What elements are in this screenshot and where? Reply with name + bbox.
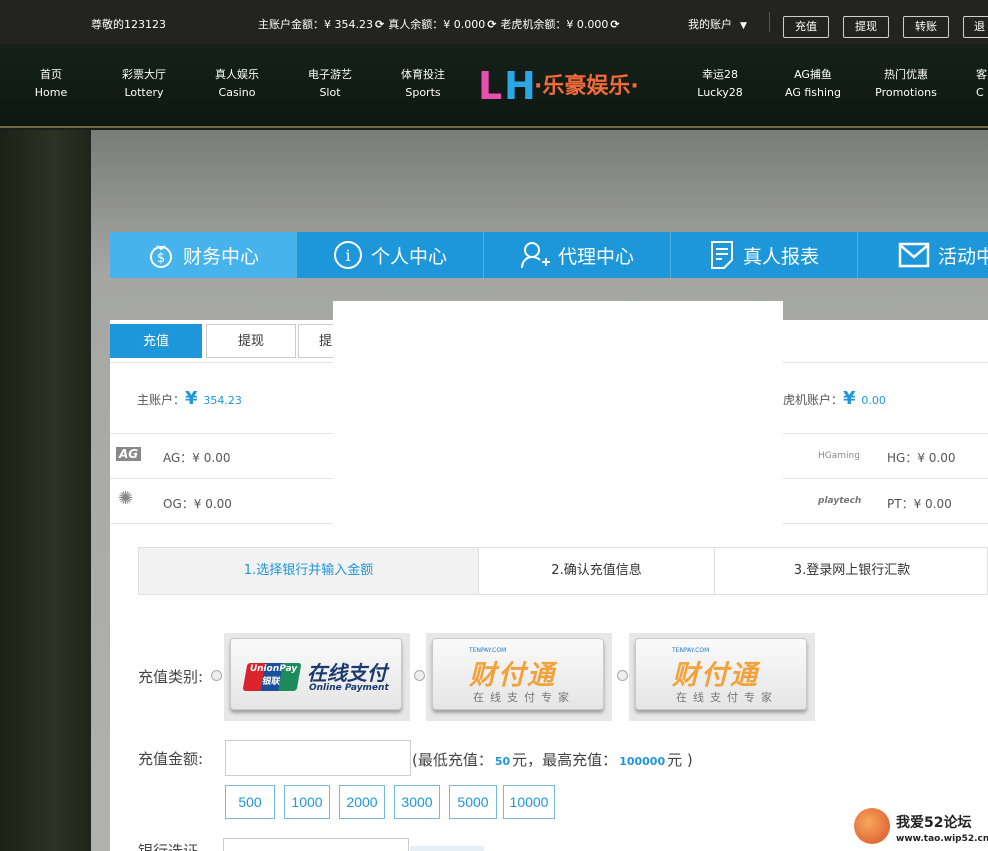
user-add-icon <box>520 242 550 269</box>
slot-balance: 老虎机余额：¥ 0.000 <box>500 18 609 31</box>
step-2: 2.确认充值信息 <box>479 548 715 594</box>
ag-balance: AG：¥ 0.00 <box>163 451 231 465</box>
payment-type-label: 充值类别: <box>138 668 204 686</box>
logout-button[interactable]: 退 <box>963 16 988 38</box>
watermark-logo-icon <box>854 808 890 844</box>
amount-input[interactable] <box>225 740 411 776</box>
transfer-button[interactable]: 转账 <box>903 16 949 38</box>
quick-amount-2000[interactable]: 2000 <box>339 785 385 819</box>
svg-text:$: $ <box>157 251 165 266</box>
member-center-tabs: $ 财务中心 i 个人中心 代理中心 真人报表 活动中 <box>110 232 988 278</box>
caret-down-icon: ▼ <box>740 21 747 31</box>
report-icon <box>710 241 733 269</box>
quick-amount-5000[interactable]: 5000 <box>449 785 497 819</box>
main-account-balance: 主账户：¥ 354.23 <box>137 388 242 409</box>
quick-amount-3000[interactable]: 3000 <box>394 785 440 819</box>
nav-item-slot[interactable]: 电子游艺 Slot <box>302 66 358 102</box>
svg-text:i: i <box>345 246 350 265</box>
bank-label: 银行选证 <box>138 842 199 851</box>
tab-personal[interactable]: i 个人中心 <box>297 232 484 278</box>
refresh-icon[interactable]: ⟳ <box>375 18 384 31</box>
tab-finance[interactable]: $ 财务中心 <box>110 232 297 278</box>
top-bar: 尊敬的123123 主账户金额：¥ 354.23 ⟳ 真人余额：¥ 0.000 ⟳ 老虎… <box>0 0 988 44</box>
mail-icon <box>898 242 930 268</box>
quick-amount-10000[interactable]: 10000 <box>503 785 555 819</box>
balance-summary: 主账户金额：¥ 354.23 ⟳ 真人余额：¥ 0.000 ⟳ 老虎机余额：¥ 0.00… <box>258 16 624 32</box>
withdraw-button[interactable]: 提现 <box>843 16 889 38</box>
money-bag-icon: $ <box>149 245 172 268</box>
payment-option-tenpay-2[interactable]: TENPAY.COM 财付通 在线支付专家 <box>629 633 815 721</box>
og-balance: OG：¥ 0.00 <box>163 497 232 511</box>
bank-chip <box>410 846 484 851</box>
unionpay-logo: UnionPay 银联 <box>242 663 302 691</box>
nav-item-lottery[interactable]: 彩票大厅 Lottery <box>116 66 172 102</box>
deposit-steps: 1.选择银行并输入金额 2.确认充值信息 3.登录网上银行汇款 <box>138 547 988 595</box>
live-balance: 真人余额：¥ 0.000 <box>388 18 486 31</box>
nav-item-promotions[interactable]: 热门优惠 Promotions <box>872 66 940 102</box>
min-amount: 50 <box>494 755 511 768</box>
payment-radio-tenpay-2[interactable] <box>617 670 628 681</box>
nav-item-ag-fishing[interactable]: AG捕鱼 AG fishing <box>780 66 846 102</box>
tab-live-report[interactable]: 真人报表 <box>671 232 858 278</box>
quick-amount-500[interactable]: 500 <box>225 785 275 819</box>
main-balance: 主账户金额：¥ 354.23 <box>258 18 373 31</box>
divider <box>769 12 770 32</box>
greeting: 尊敬的123123 <box>91 18 166 31</box>
payment-option-tenpay-1[interactable]: TENPAY.COM 财付通 在线支付专家 <box>426 633 612 721</box>
nav-item-casino[interactable]: 真人娱乐 Casino <box>209 66 265 102</box>
hg-balance: HG：¥ 0.00 <box>887 451 956 465</box>
deposit-button[interactable]: 充值 <box>783 16 829 38</box>
info-icon: i <box>333 241 362 269</box>
step-1: 1.选择银行并输入金额 <box>139 548 479 594</box>
nav-item-home[interactable]: 首页 Home <box>30 66 72 102</box>
ag-logo: AG <box>116 447 142 461</box>
left-background <box>0 130 91 851</box>
account-menu[interactable]: 我的账户 ▼ <box>688 16 747 32</box>
payment-radio-unionpay[interactable] <box>211 670 222 681</box>
payment-option-unionpay[interactable]: UnionPay 银联 在线支付 Online Payment <box>224 633 410 721</box>
refresh-icon[interactable]: ⟳ <box>610 18 619 31</box>
nav-item-service[interactable]: 客C <box>976 66 988 102</box>
refresh-icon[interactable]: ⟳ <box>487 18 496 31</box>
step-3: 3.登录网上银行汇款 <box>793 563 911 578</box>
hg-logo: HGaming <box>818 451 860 461</box>
tab-agent[interactable]: 代理中心 <box>484 232 671 278</box>
nav-item-lucky28[interactable]: 幸运28 Lucky28 <box>692 66 748 102</box>
nav-item-sports[interactable]: 体育投注 Sports <box>395 66 451 102</box>
site-logo[interactable]: L H ·乐豪娱乐· <box>476 62 672 108</box>
amount-label: 充值金额: <box>138 750 204 768</box>
forum-watermark: 我爱52论坛 www.tao.wip52.cn <box>852 806 988 851</box>
slot-account-balance: 虎机账户：¥ 0.00 <box>783 388 886 409</box>
subtab-withdraw[interactable]: 提现 <box>206 324 296 358</box>
payment-radio-tenpay-1[interactable] <box>414 670 425 681</box>
pt-balance: PT：¥ 0.00 <box>887 497 952 511</box>
max-amount: 100000 <box>619 755 666 768</box>
main-nav: 首页 Home 彩票大厅 Lottery 真人娱乐 Casino 电子游艺 Slot 体… <box>0 44 988 128</box>
bank-input[interactable] <box>223 838 409 851</box>
quick-amount-1000[interactable]: 1000 <box>284 785 330 819</box>
og-logo-icon: ✺ <box>118 488 134 509</box>
popup-overlay <box>333 301 783 547</box>
amount-limits: (最低充值： 50 元，最高充值： 100000 元 ) <box>412 751 693 769</box>
tab-activity[interactable]: 活动中 <box>858 232 988 278</box>
pt-logo: playtech <box>818 496 862 506</box>
subtab-deposit[interactable]: 充值 <box>110 324 202 358</box>
